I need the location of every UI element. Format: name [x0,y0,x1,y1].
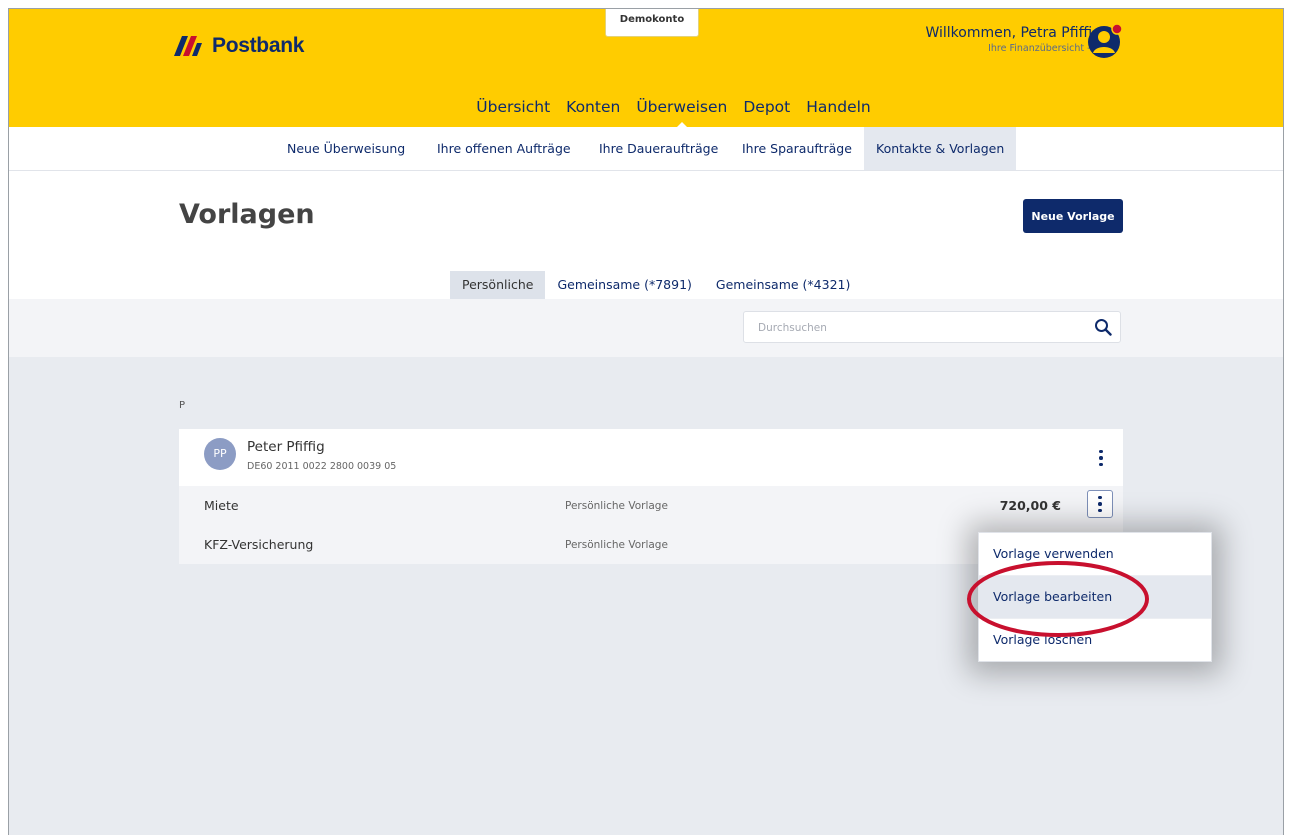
menu-item-delete-template[interactable]: Vorlage löschen [979,619,1211,661]
welcome-block: Willkommen, Petra Pfiffig Ihre Finanzübe… [925,25,1101,54]
search-bar-area [9,299,1283,357]
kebab-menu-icon [1098,495,1102,500]
template-actions-menu: Vorlage verwenden Vorlage bearbeiten Vor… [978,532,1212,662]
demo-badge: Demokonto [605,9,699,37]
nav-handeln[interactable]: Handeln [798,98,878,116]
page-title: Vorlagen [179,199,315,230]
contact-menu-button[interactable] [1089,445,1113,471]
template-tabs: Persönliche Gemeinsame (*7891) Gemeinsam… [450,271,862,299]
user-avatar-icon[interactable] [1087,23,1123,59]
template-row[interactable]: Miete Persönliche Vorlage 720,00 € [179,486,1123,525]
finance-overview-label: Ihre Finanzübersicht - [988,43,1091,54]
contact-avatar: PP [204,438,236,470]
kebab-menu-icon [1099,449,1103,454]
title-area: Vorlagen Neue Vorlage Persönliche Gemein… [9,171,1283,299]
tab-gemeinsame-7891[interactable]: Gemeinsame (*7891) [545,271,703,299]
nav-konten[interactable]: Konten [558,98,628,116]
menu-item-use-template[interactable]: Vorlage verwenden [979,533,1211,576]
subnav-dauerauftraege[interactable]: Ihre Daueraufträge [587,127,730,170]
menu-item-edit-template[interactable]: Vorlage bearbeiten [979,576,1211,619]
group-letter: P [179,400,186,411]
contact-name: Peter Pfiffig [247,439,325,455]
subnav-neue-ueberweisung[interactable]: Neue Überweisung [275,127,417,170]
contact-iban: DE60 2011 0022 2800 0039 05 [247,461,397,472]
postbank-logo-icon [174,36,202,56]
sub-nav: Neue Überweisung Ihre offenen Aufträge I… [9,127,1283,171]
template-amount: 720,00 € [999,498,1061,513]
nav-ueberweisen[interactable]: Überweisen [628,98,735,129]
subnav-offene-auftraege[interactable]: Ihre offenen Aufträge [425,127,583,170]
brand-name: Postbank [212,34,305,57]
tab-persoenliche[interactable]: Persönliche [450,271,546,299]
contact-row[interactable]: PP Peter Pfiffig DE60 2011 0022 2800 003… [179,429,1123,486]
tab-gemeinsame-4321[interactable]: Gemeinsame (*4321) [704,271,862,299]
nav-uebersicht[interactable]: Übersicht [468,98,558,116]
template-menu-button[interactable] [1087,490,1113,518]
subnav-sparauftraege[interactable]: Ihre Sparaufträge [730,127,864,170]
template-type: Persönliche Vorlage [565,500,668,512]
finance-overview-link[interactable]: Ihre Finanzübersicht - ⏱ [925,43,1101,54]
search-icon[interactable] [1094,318,1112,336]
new-template-button[interactable]: Neue Vorlage [1023,199,1123,233]
template-name: KFZ-Versicherung [204,537,314,552]
app-window: Postbank Demokonto Willkommen, Petra Pfi… [8,8,1284,835]
search-input[interactable] [744,312,1090,344]
template-name: Miete [204,498,239,513]
template-type: Persönliche Vorlage [565,539,668,551]
nav-depot[interactable]: Depot [735,98,798,116]
main-nav: Übersicht Konten Überweisen Depot Handel… [9,97,1283,129]
welcome-text: Willkommen, Petra Pfiffig [925,25,1101,41]
subnav-kontakte-vorlagen[interactable]: Kontakte & Vorlagen [864,127,1017,170]
header: Postbank Demokonto Willkommen, Petra Pfi… [9,9,1283,129]
search-box [743,311,1121,344]
brand-logo[interactable]: Postbank [172,34,304,58]
